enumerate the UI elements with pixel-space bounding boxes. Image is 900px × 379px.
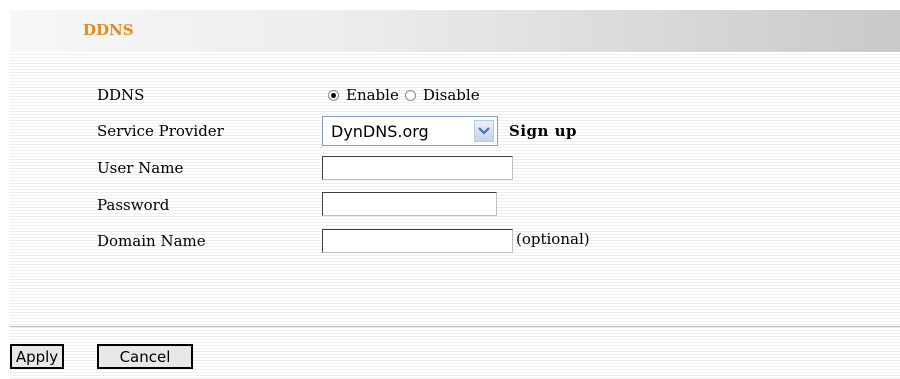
- section-header: DDNS: [10, 10, 900, 52]
- service-provider-value: DynDNS.org: [331, 121, 429, 141]
- cancel-button[interactable]: Cancel: [97, 344, 193, 369]
- apply-button[interactable]: Apply: [10, 344, 64, 369]
- service-provider-label: Service Provider: [97, 122, 224, 140]
- disable-radio-label[interactable]: Disable: [423, 86, 480, 104]
- user-name-label: User Name: [97, 159, 184, 177]
- divider: [10, 326, 900, 327]
- domain-name-label: Domain Name: [97, 232, 206, 250]
- password-input[interactable]: [322, 192, 497, 216]
- user-name-input[interactable]: [322, 156, 513, 180]
- domain-name-input[interactable]: [322, 229, 513, 253]
- enable-radio[interactable]: [328, 89, 339, 101]
- ddns-label: DDNS: [97, 86, 145, 104]
- password-label: Password: [97, 196, 170, 214]
- chevron-down-icon[interactable]: [474, 120, 494, 142]
- enable-radio-label[interactable]: Enable: [346, 86, 399, 104]
- sign-up-link[interactable]: Sign up: [509, 122, 577, 140]
- section-title: DDNS: [83, 21, 134, 39]
- service-provider-select[interactable]: DynDNS.org: [322, 116, 498, 146]
- optional-note: (optional): [516, 230, 590, 248]
- disable-radio[interactable]: [404, 89, 416, 101]
- ddns-mode-radio-group: Enable Disable: [328, 84, 486, 106]
